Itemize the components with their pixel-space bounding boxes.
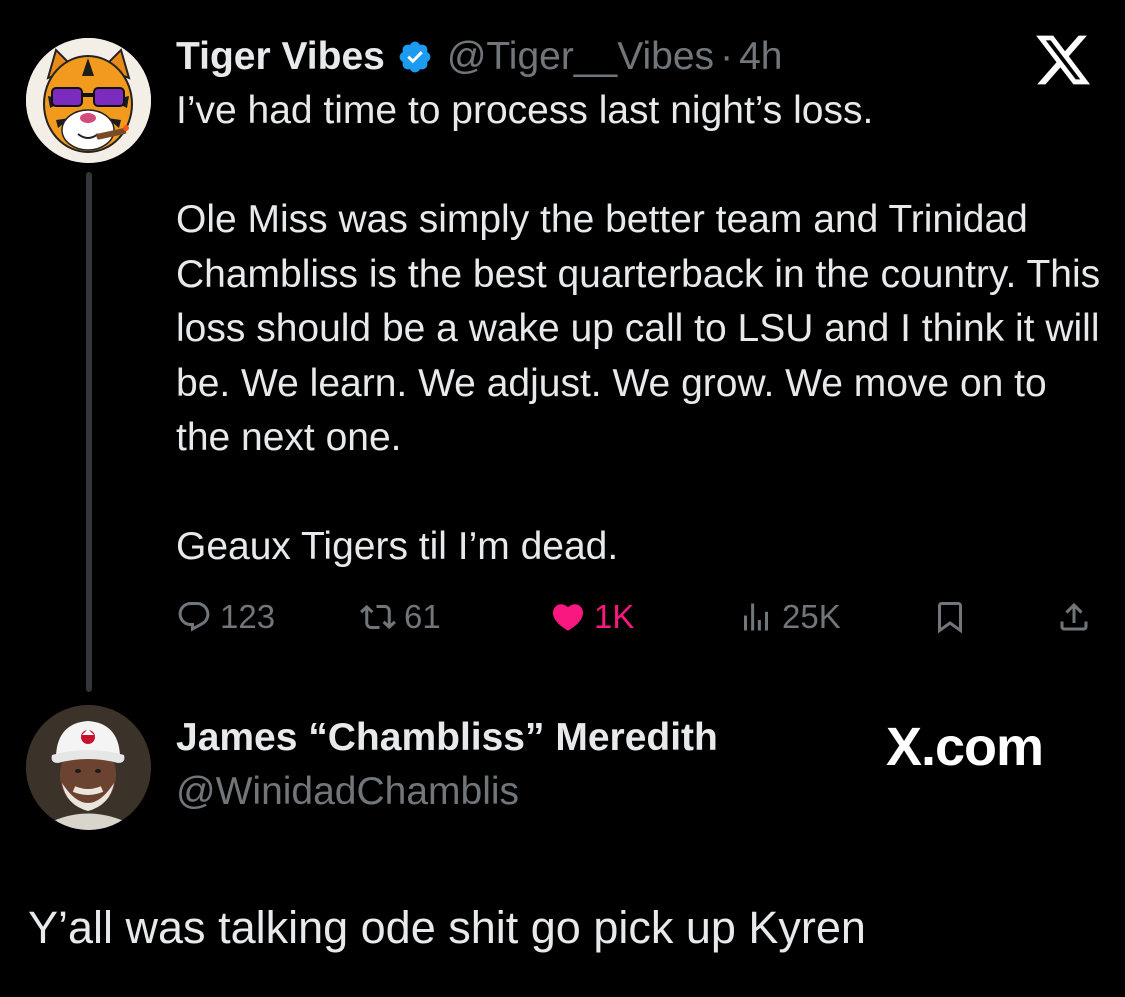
reply-count: 123 (220, 598, 276, 635)
views-count: 25K (782, 598, 841, 635)
reply-button[interactable]: 123 (176, 590, 275, 644)
tiger-vibes-avatar[interactable] (26, 38, 151, 163)
x-logo-icon (1033, 30, 1093, 90)
author-display-name[interactable]: Tiger Vibes (176, 35, 385, 79)
reply-author-avatar[interactable] (26, 705, 151, 830)
repost-icon (360, 604, 396, 630)
reply-author-name[interactable]: James “Chambliss” Meredith (176, 716, 718, 760)
tweet-paragraph-3: Geaux Tigers til I’m dead. (176, 525, 619, 568)
tweet-paragraph-2: Ole Miss was simply the better team and … (176, 198, 1101, 459)
repost-button[interactable]: 61 (360, 590, 441, 644)
like-icon (552, 604, 584, 631)
share-button[interactable] (1056, 590, 1092, 644)
reply-caption: Y’all was talking ode shit go pick up Ky… (28, 902, 866, 953)
author-handle[interactable]: @Tiger__Vibes (447, 35, 714, 79)
screenshot: Tiger Vibes @Tiger__Vibes · 4h I’ve had … (0, 0, 1125, 997)
reply-avatar-image (26, 705, 151, 830)
tweet-header: Tiger Vibes @Tiger__Vibes · 4h (176, 30, 782, 84)
reply-icon (178, 602, 210, 632)
bookmark-button[interactable] (932, 590, 968, 644)
tweet-paragraph-1: I’ve had time to process last night’s lo… (176, 89, 874, 132)
share-icon (1060, 602, 1088, 631)
views-icon (744, 603, 768, 631)
verified-badge-icon (397, 39, 433, 75)
separator-dot: · (720, 35, 734, 78)
x-com-watermark: X.com (886, 717, 1044, 777)
reply-author-handle[interactable]: @WinidadChamblis (176, 770, 519, 814)
like-button[interactable]: 1K (550, 590, 634, 644)
views-button[interactable]: 25K (738, 590, 841, 644)
post-time[interactable]: 4h (739, 35, 782, 79)
bookmark-icon (938, 602, 962, 634)
thread-line (86, 172, 92, 692)
repost-count: 61 (404, 598, 441, 635)
tweet-text: I’ve had time to process last night’s lo… (176, 84, 1106, 575)
tweet-action-bar: 123 61 1K 25K (176, 590, 1096, 644)
like-count: 1K (594, 598, 635, 635)
tiger-avatar-image (26, 38, 151, 163)
